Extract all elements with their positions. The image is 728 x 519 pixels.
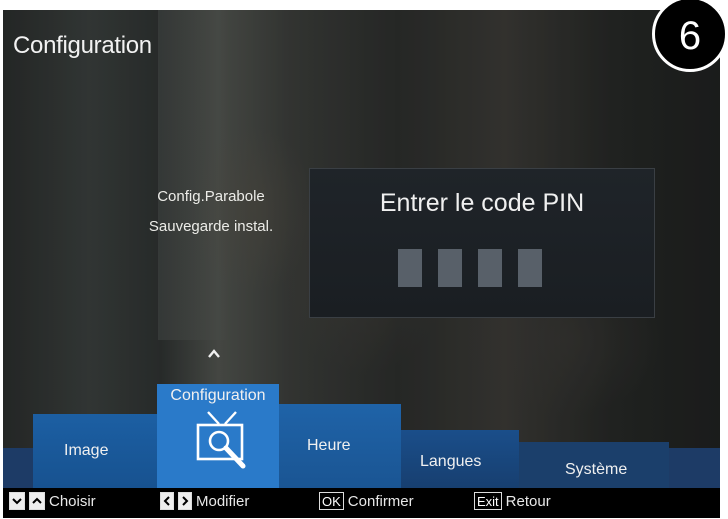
help-choose: Choisir xyxy=(9,492,96,510)
tab-systeme-label: Système xyxy=(565,461,628,478)
tab-heure-label: Heure xyxy=(307,437,351,454)
help-confirm: OK Confirmer xyxy=(319,492,414,510)
pin-dialog-title: Entrer le code PIN xyxy=(379,189,585,217)
page-title: Configuration xyxy=(13,32,152,59)
submenu-item-config-parabole[interactable]: Config.Parabole xyxy=(121,182,301,212)
step-number: 6 xyxy=(678,14,702,58)
help-modify-label: Modifier xyxy=(196,492,250,510)
chevron-up-icon[interactable] xyxy=(207,347,221,361)
exit-key: Exit xyxy=(474,492,502,510)
chevron-right-key-icon xyxy=(178,492,192,510)
tv-screen: Configuration Config.Parabole Sauvegarde… xyxy=(3,10,720,518)
help-choose-label: Choisir xyxy=(49,492,96,510)
help-confirm-label: Confirmer xyxy=(347,492,414,510)
tab-heure[interactable]: Heure xyxy=(279,404,401,488)
help-bar: Choisir Modifier OK Confirmer Exit Retou… xyxy=(3,488,720,518)
config-submenu: Config.Parabole Sauvegarde instal. xyxy=(121,182,301,242)
tab-configuration-label: Configuration xyxy=(170,387,266,404)
pin-digit-1[interactable] xyxy=(398,249,422,287)
help-back: Exit Retour xyxy=(474,492,551,510)
ok-key: OK xyxy=(319,492,344,510)
chevron-up-key-icon xyxy=(29,492,45,510)
tab-systeme[interactable]: Système xyxy=(519,442,669,488)
pin-dialog: Entrer le code PIN xyxy=(309,168,655,318)
help-modify: Modifier xyxy=(160,492,249,510)
pin-digit-3[interactable] xyxy=(478,249,502,287)
tab-image-label: Image xyxy=(64,442,109,459)
chevron-down-key-icon xyxy=(9,492,25,510)
pin-digit-2[interactable] xyxy=(438,249,462,287)
pin-input[interactable] xyxy=(398,249,542,287)
chevron-left-key-icon xyxy=(160,492,174,510)
tab-langues-label: Langues xyxy=(420,453,482,470)
tab-configuration[interactable]: Configuration xyxy=(157,384,279,488)
tv-search-icon xyxy=(196,411,246,469)
submenu-item-sauvegarde-instal[interactable]: Sauvegarde instal. xyxy=(121,212,301,242)
pin-digit-4[interactable] xyxy=(518,249,542,287)
help-back-label: Retour xyxy=(505,492,551,510)
tab-langues[interactable]: Langues xyxy=(401,430,519,488)
tab-image[interactable]: Image xyxy=(33,414,158,488)
